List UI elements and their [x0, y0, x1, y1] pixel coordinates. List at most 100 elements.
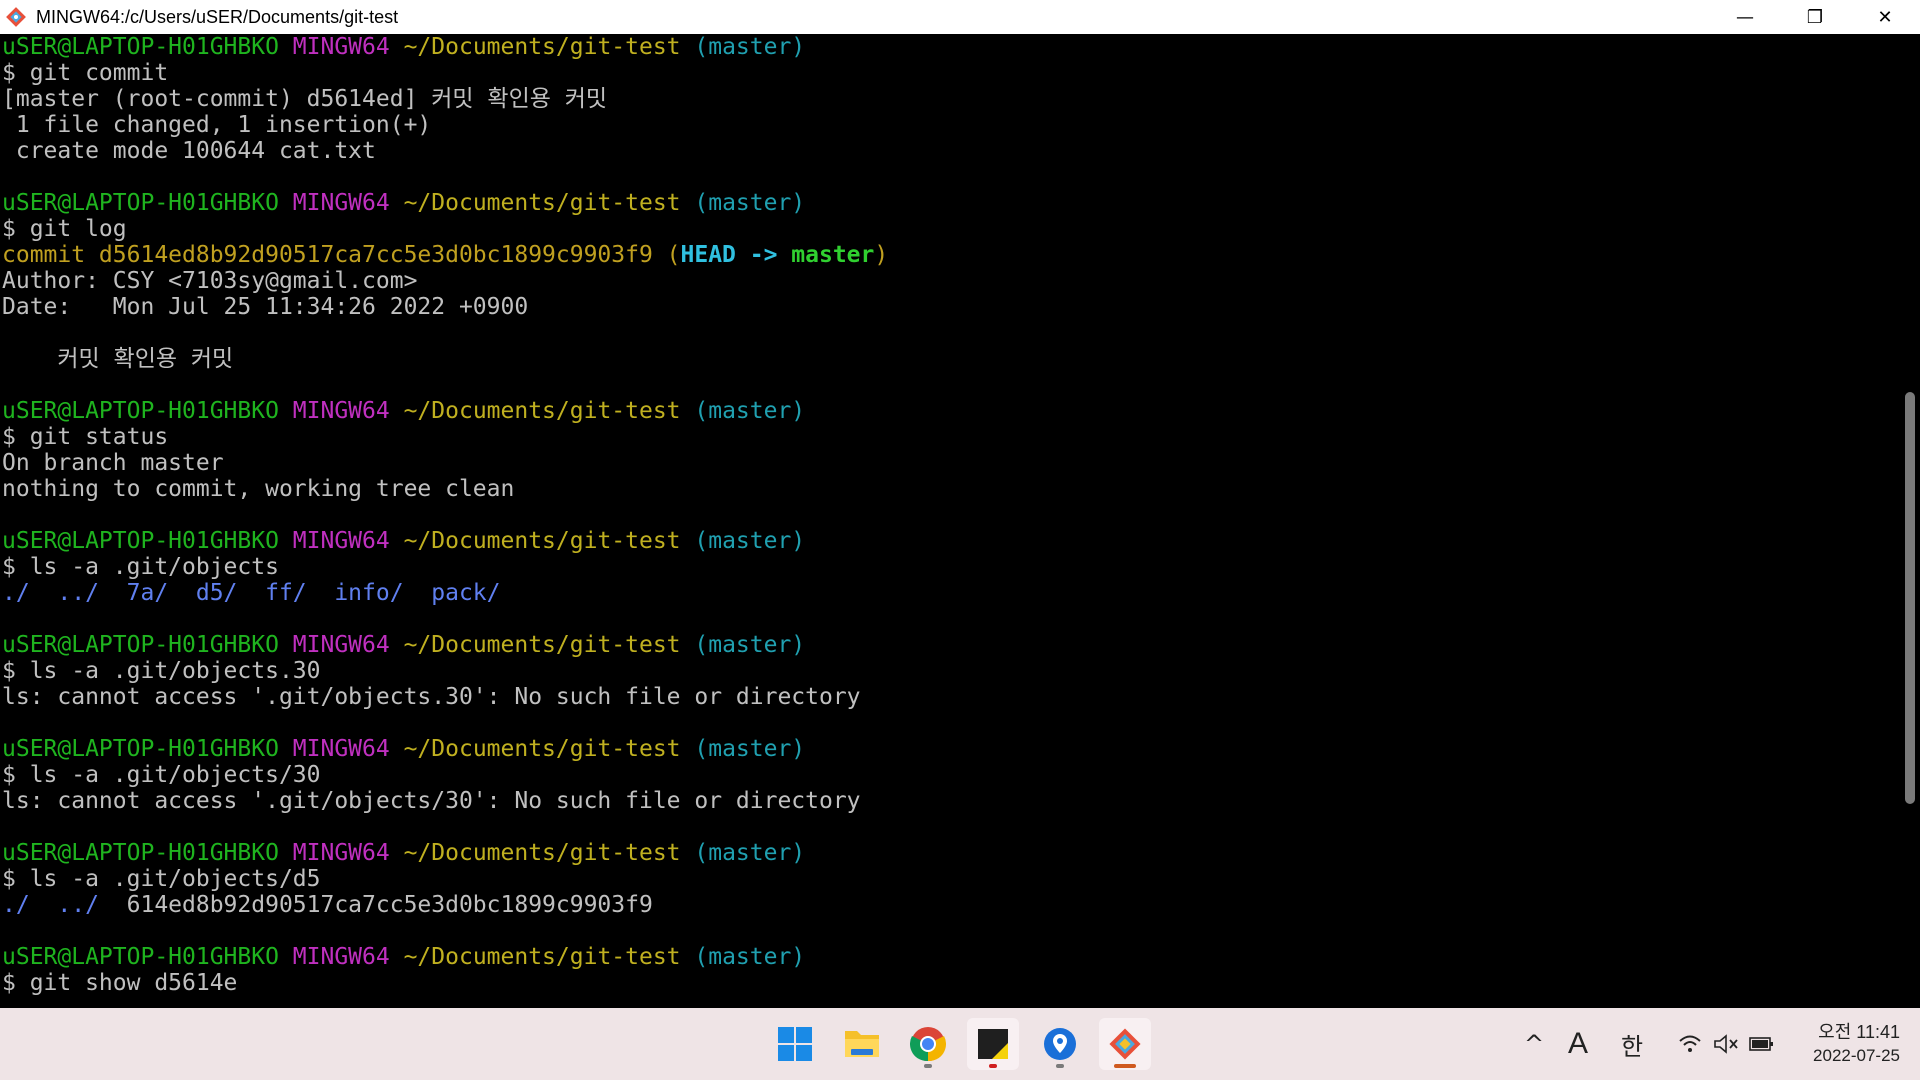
chrome-button[interactable] [902, 1018, 954, 1070]
terminal-text-segment: ls: cannot access '.git/objects/30': No … [2, 788, 861, 814]
terminal-text-segment: $ git commit [2, 60, 169, 86]
terminal-line: $ git show d5614e [2, 970, 1900, 996]
terminal-text-segment: uSER@LAPTOP-H01GHBKO [2, 632, 293, 658]
minimize-button[interactable]: — [1710, 0, 1780, 34]
chevron-up-icon: ^ [1523, 1030, 1545, 1058]
terminal-line: uSER@LAPTOP-H01GHBKO MINGW64 ~/Documents… [2, 528, 1900, 554]
ime-language-button[interactable]: 한 [1614, 1008, 1650, 1080]
terminal-line: Date: Mon Jul 25 11:34:26 2022 +0900 [2, 294, 1900, 320]
terminal-text-segment: (master) [694, 34, 806, 60]
wifi-button[interactable] [1672, 1008, 1708, 1080]
terminal-line: uSER@LAPTOP-H01GHBKO MINGW64 ~/Documents… [2, 632, 1900, 658]
terminal-line: $ ls -a .git/objects.30 [2, 658, 1900, 684]
terminal-lines: uSER@LAPTOP-H01GHBKO MINGW64 ~/Documents… [0, 34, 1900, 996]
git-bash-taskbar-button[interactable] [1099, 1018, 1151, 1070]
battery-button[interactable] [1744, 1008, 1780, 1080]
ime-language-label: 한 [1620, 1032, 1644, 1061]
terminal-text-segment: HEAD -> [680, 242, 792, 268]
terminal-line: uSER@LAPTOP-H01GHBKO MINGW64 ~/Documents… [2, 736, 1900, 762]
start-button[interactable] [769, 1018, 821, 1070]
terminal-text-segment: ~/Documents/git-test [403, 398, 695, 424]
terminal-text-segment: MINGW64 [292, 34, 404, 60]
terminal-line: nothing to commit, working tree clean [2, 476, 1900, 502]
terminal-text-segment: nothing to commit, working tree clean [2, 476, 515, 502]
show-hidden-icons-button[interactable]: ^ [1516, 1008, 1552, 1080]
terminal-text-segment: 1 file changed, 1 insertion(+) [2, 112, 432, 138]
git-bash-active-indicator [1114, 1064, 1136, 1068]
ime-mode-label: A [1567, 1027, 1588, 1060]
terminal-text-segment: ./ ../ [2, 892, 127, 918]
maps-running-indicator [1056, 1064, 1064, 1068]
terminal-text-segment: $ git log [2, 216, 127, 242]
terminal-text-segment: Date: Mon Jul 25 11:34:26 2022 +0900 [2, 294, 529, 320]
terminal-line: On branch master [2, 450, 1900, 476]
terminal-text-segment: ) [874, 242, 889, 268]
terminal-line: uSER@LAPTOP-H01GHBKO MINGW64 ~/Documents… [2, 398, 1900, 424]
terminal-text-segment: (master) [694, 528, 806, 554]
terminal-line: ./ ../ 7a/ d5/ ff/ info/ pack/ [2, 580, 1900, 606]
ime-mode-button[interactable]: A [1560, 1008, 1596, 1080]
close-button[interactable]: ✕ [1850, 0, 1920, 34]
terminal-line: uSER@LAPTOP-H01GHBKO MINGW64 ~/Documents… [2, 34, 1900, 60]
terminal-text-segment: master [791, 242, 875, 268]
sticky-notes-button[interactable] [967, 1018, 1019, 1070]
terminal-line: $ ls -a .git/objects [2, 554, 1900, 580]
terminal-text-segment: ~/Documents/git-test [403, 528, 695, 554]
terminal-text-segment: ~/Documents/git-test [403, 190, 695, 216]
terminal-line: 커밋 확인용 커밋 [2, 346, 1900, 372]
terminal-text-segment: uSER@LAPTOP-H01GHBKO [2, 398, 293, 424]
terminal-line: uSER@LAPTOP-H01GHBKO MINGW64 ~/Documents… [2, 840, 1900, 866]
terminal-line: $ ls -a .git/objects/30 [2, 762, 1900, 788]
terminal-text-segment: $ ls -a .git/objects/d5 [2, 866, 321, 892]
battery-charging-icon [1749, 1037, 1773, 1051]
terminal-line: $ git log [2, 216, 1900, 242]
terminal-output[interactable]: uSER@LAPTOP-H01GHBKO MINGW64 ~/Documents… [0, 34, 1900, 1008]
terminal-scrollbar[interactable] [1900, 34, 1920, 1008]
terminal-text-segment: $ ls -a .git/objects [2, 554, 279, 580]
terminal-text-segment: 커밋 확인용 커밋 [2, 346, 234, 372]
system-clock[interactable]: 오전 11:41 2022-07-25 [1813, 1020, 1900, 1068]
terminal-line: ./ ../ 614ed8b92d90517ca7cc5e3d0bc1899c9… [2, 892, 1900, 918]
terminal-text-segment: ~/Documents/git-test [403, 736, 695, 762]
terminal-text-segment: (master) [694, 840, 806, 866]
terminal-text-segment: ~/Documents/git-test [403, 944, 695, 970]
terminal-text-segment: MINGW64 [292, 398, 404, 424]
terminal-line: Author: CSY <7103sy@gmail.com> [2, 268, 1900, 294]
git-icon [1109, 1028, 1141, 1060]
terminal-text-segment: ~/Documents/git-test [403, 840, 695, 866]
terminal-text-segment: uSER@LAPTOP-H01GHBKO [2, 528, 293, 554]
terminal-text-segment: $ ls -a .git/objects.30 [2, 658, 321, 684]
terminal-line: uSER@LAPTOP-H01GHBKO MINGW64 ~/Documents… [2, 944, 1900, 970]
scrollbar-thumb[interactable] [1905, 392, 1915, 804]
clock-date: 2022-07-25 [1813, 1046, 1900, 1065]
terminal-text-segment: $ ls -a .git/objects/30 [2, 762, 321, 788]
volume-button[interactable] [1708, 1008, 1744, 1080]
terminal-text-segment: ~/Documents/git-test [403, 34, 695, 60]
terminal-line: [master (root-commit) d5614ed] 커밋 확인용 커밋 [2, 86, 1900, 112]
terminal-text-segment: uSER@LAPTOP-H01GHBKO [2, 190, 293, 216]
terminal-text-segment: MINGW64 [292, 944, 404, 970]
folder-icon [845, 1031, 879, 1057]
maps-button[interactable] [1034, 1018, 1086, 1070]
terminal-line: commit d5614ed8b92d90517ca7cc5e3d0bc1899… [2, 242, 1900, 268]
terminal-text-segment: MINGW64 [292, 632, 404, 658]
terminal-text-segment: commit d5614ed8b92d90517ca7cc5e3d0bc1899… [2, 242, 681, 268]
chrome-running-indicator [924, 1064, 932, 1068]
terminal-text-segment: MINGW64 [292, 190, 404, 216]
terminal-text-segment: ~/Documents/git-test [403, 632, 695, 658]
terminal-text-segment: uSER@LAPTOP-H01GHBKO [2, 840, 293, 866]
window-title: MINGW64:/c/Users/uSER/Documents/git-test [36, 6, 399, 27]
terminal-text-segment: uSER@LAPTOP-H01GHBKO [2, 34, 293, 60]
terminal-text-segment: (master) [694, 736, 806, 762]
restore-button[interactable]: ❐ [1780, 0, 1850, 34]
terminal-text-segment: $ git status [2, 424, 169, 450]
terminal-line: uSER@LAPTOP-H01GHBKO MINGW64 ~/Documents… [2, 190, 1900, 216]
terminal-text-segment: (master) [694, 944, 806, 970]
file-explorer-button[interactable] [836, 1018, 888, 1070]
terminal-text-segment: On branch master [2, 450, 224, 476]
terminal-line: $ git status [2, 424, 1900, 450]
terminal-text-segment: [master (root-commit) d5614ed] 커밋 확인용 커밋 [2, 86, 608, 112]
